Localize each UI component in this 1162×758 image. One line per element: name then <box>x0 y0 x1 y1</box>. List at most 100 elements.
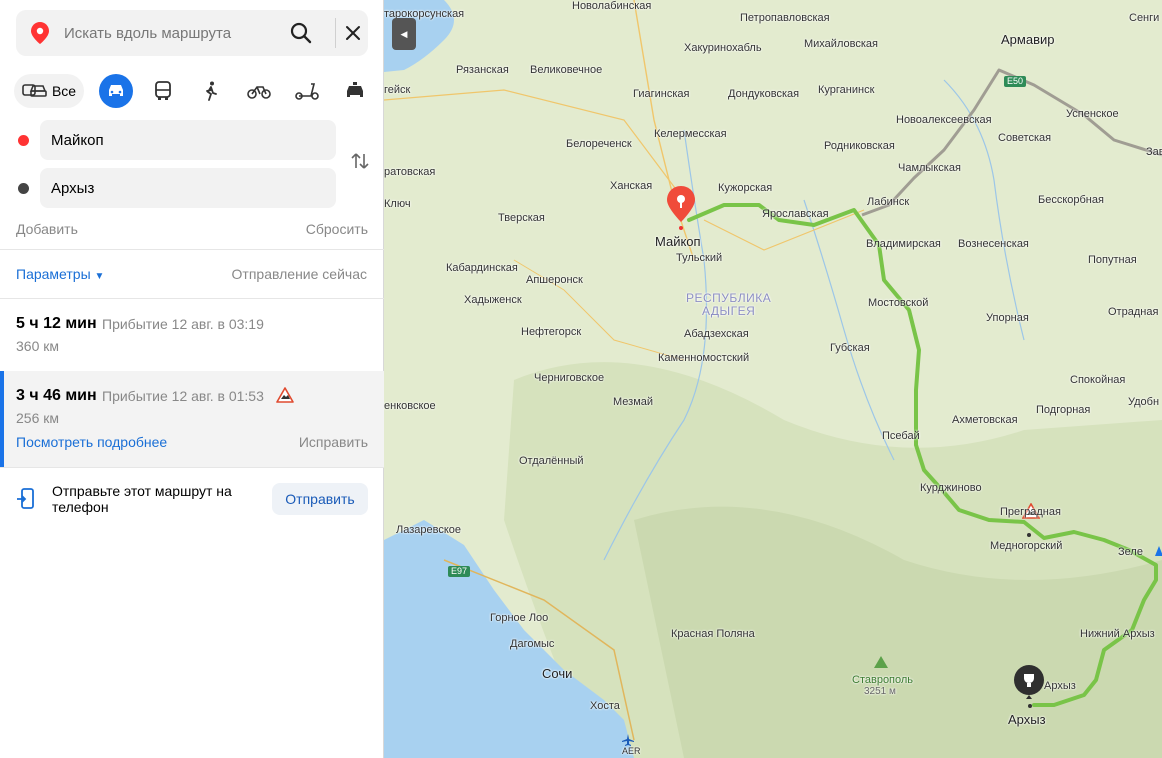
map-label: Красная Поляна <box>671 628 755 640</box>
map-label: Гиагинская <box>633 88 690 100</box>
reset-button[interactable]: Сбросить <box>306 221 368 237</box>
map-label: Ярославская <box>762 208 829 220</box>
map-label: Апшеронск <box>526 274 583 286</box>
mode-walk-button[interactable] <box>196 74 226 108</box>
map-label: Дагомыс <box>510 638 555 650</box>
divider <box>0 467 384 468</box>
route-details-link[interactable]: Посмотреть подробнее <box>16 434 167 450</box>
map-label: Заве <box>1146 146 1162 158</box>
to-dot <box>18 183 29 194</box>
route-panel: Все <box>0 0 384 758</box>
swap-icon[interactable] <box>350 151 370 171</box>
airport-label: AER <box>622 746 641 756</box>
map-label: Ахметовская <box>952 414 1018 426</box>
map-label: Родниковская <box>824 140 895 152</box>
road-sign-icon <box>1155 546 1162 556</box>
to-field[interactable]: Архыз <box>40 168 336 208</box>
bus-icon <box>155 81 171 100</box>
warning-icon <box>276 387 294 403</box>
departure-time[interactable]: Отправление сейчас <box>232 266 367 282</box>
add-point-button[interactable]: Добавить <box>16 221 78 237</box>
route-time: 5 ч 12 мин <box>16 315 97 332</box>
route-option-1[interactable]: 5 ч 12 мин Прибытие 12 авг. в 03:19 360 … <box>0 299 384 371</box>
send-button[interactable]: Отправить <box>272 483 368 515</box>
transport-modes: Все <box>14 74 370 108</box>
map-label: Удобн <box>1128 396 1160 408</box>
phone-icon <box>17 488 34 509</box>
route-fix-link[interactable]: Исправить <box>299 434 368 450</box>
params-label: Параметры <box>16 266 91 282</box>
search-icon[interactable] <box>289 21 313 45</box>
map-label: Майкоп <box>655 234 701 249</box>
map-view[interactable]: ◀ тарокорсунская Новолабинская Петропавл… <box>384 0 1162 758</box>
map-label: Мостовской <box>868 297 929 309</box>
map-label: Михайловская <box>804 38 878 50</box>
mode-taxi-button[interactable] <box>340 74 370 108</box>
map-label: гейск <box>384 84 411 96</box>
location-pin-icon <box>31 22 49 44</box>
map-label: Горное Лоо <box>490 612 549 624</box>
taxi-icon <box>347 82 363 97</box>
map-label: Нефтегорск <box>521 326 582 338</box>
map-label: Великовечное <box>530 64 603 76</box>
map-label: Каменномостский <box>658 352 750 364</box>
search-divider <box>335 18 336 48</box>
map-label: Ханская <box>610 180 653 192</box>
divider <box>0 249 384 250</box>
map-label: Кужорская <box>718 182 773 194</box>
map-label: Армавир <box>1001 32 1055 47</box>
map-label: Подгорная <box>1036 404 1091 416</box>
send-text: Отправьте этот маршрут на телефон <box>52 483 232 515</box>
params-dropdown[interactable]: Параметры ▼ <box>16 266 104 282</box>
multimodal-icon <box>22 84 47 97</box>
map-label: Хадыженск <box>464 294 522 306</box>
selected-indicator <box>0 371 4 467</box>
route-option-2[interactable]: 3 ч 46 мин Прибытие 12 авг. в 01:53 256 … <box>0 371 384 467</box>
map-label: Владимирская <box>866 238 941 250</box>
mode-bike-button[interactable] <box>244 74 274 108</box>
map-label: Советская <box>998 132 1052 144</box>
map-label: Отдалённый <box>519 455 584 467</box>
map-label: Новолабинская <box>572 0 652 12</box>
region-label: РЕСПУБЛИКА АДЫГЕЯ <box>686 291 772 318</box>
peak-height: 3251 м <box>864 686 896 697</box>
map-label: Белореченск <box>566 138 632 150</box>
mode-all-label: Все <box>51 83 77 99</box>
close-icon[interactable] <box>341 21 365 45</box>
mode-bus-button[interactable] <box>148 74 178 108</box>
map-label: Архыз <box>1044 680 1076 692</box>
search-input[interactable] <box>64 10 284 56</box>
map-label: енковское <box>384 400 436 412</box>
peak-label: Ставрополь <box>852 674 914 686</box>
mode-scooter-button[interactable] <box>292 74 322 108</box>
map-label: Курджиново <box>920 482 982 494</box>
start-marker-icon[interactable] <box>665 185 697 223</box>
from-field[interactable]: Майкоп <box>40 120 336 160</box>
mode-all-button[interactable]: Все <box>14 74 84 108</box>
map-label: Чамлыкская <box>898 162 961 174</box>
map-background <box>384 0 1162 758</box>
map-label: Тверская <box>498 212 545 224</box>
scooter-icon <box>295 83 319 100</box>
map-label: Преградная <box>1000 506 1061 518</box>
mode-car-button[interactable] <box>99 74 133 108</box>
map-label: Тульский <box>676 252 723 264</box>
map-label: Успенское <box>1066 108 1119 120</box>
map-label: Нижний Архыз <box>1080 628 1155 640</box>
chevron-left-icon: ◀ <box>400 28 408 39</box>
map-label: Рязанская <box>456 64 509 76</box>
map-label: Петропавловская <box>740 12 830 24</box>
collapse-panel-button[interactable]: ◀ <box>392 18 416 50</box>
airplane-icon <box>622 734 634 746</box>
map-label: Попутная <box>1088 254 1137 266</box>
map-label: Лазаревское <box>396 524 462 536</box>
route-search-bar <box>16 10 368 56</box>
highway-shield: E97 <box>448 566 471 577</box>
send-to-phone: Отправьте этот маршрут на телефон Отправ… <box>16 483 368 517</box>
end-marker-icon[interactable] <box>1013 664 1045 700</box>
map-label: Абадзехская <box>684 328 749 340</box>
map-label: Спокойная <box>1070 374 1126 386</box>
chevron-down-icon: ▼ <box>94 271 105 282</box>
map-label: Сенги <box>1129 12 1160 24</box>
route-point-from: Майкоп <box>0 120 384 160</box>
